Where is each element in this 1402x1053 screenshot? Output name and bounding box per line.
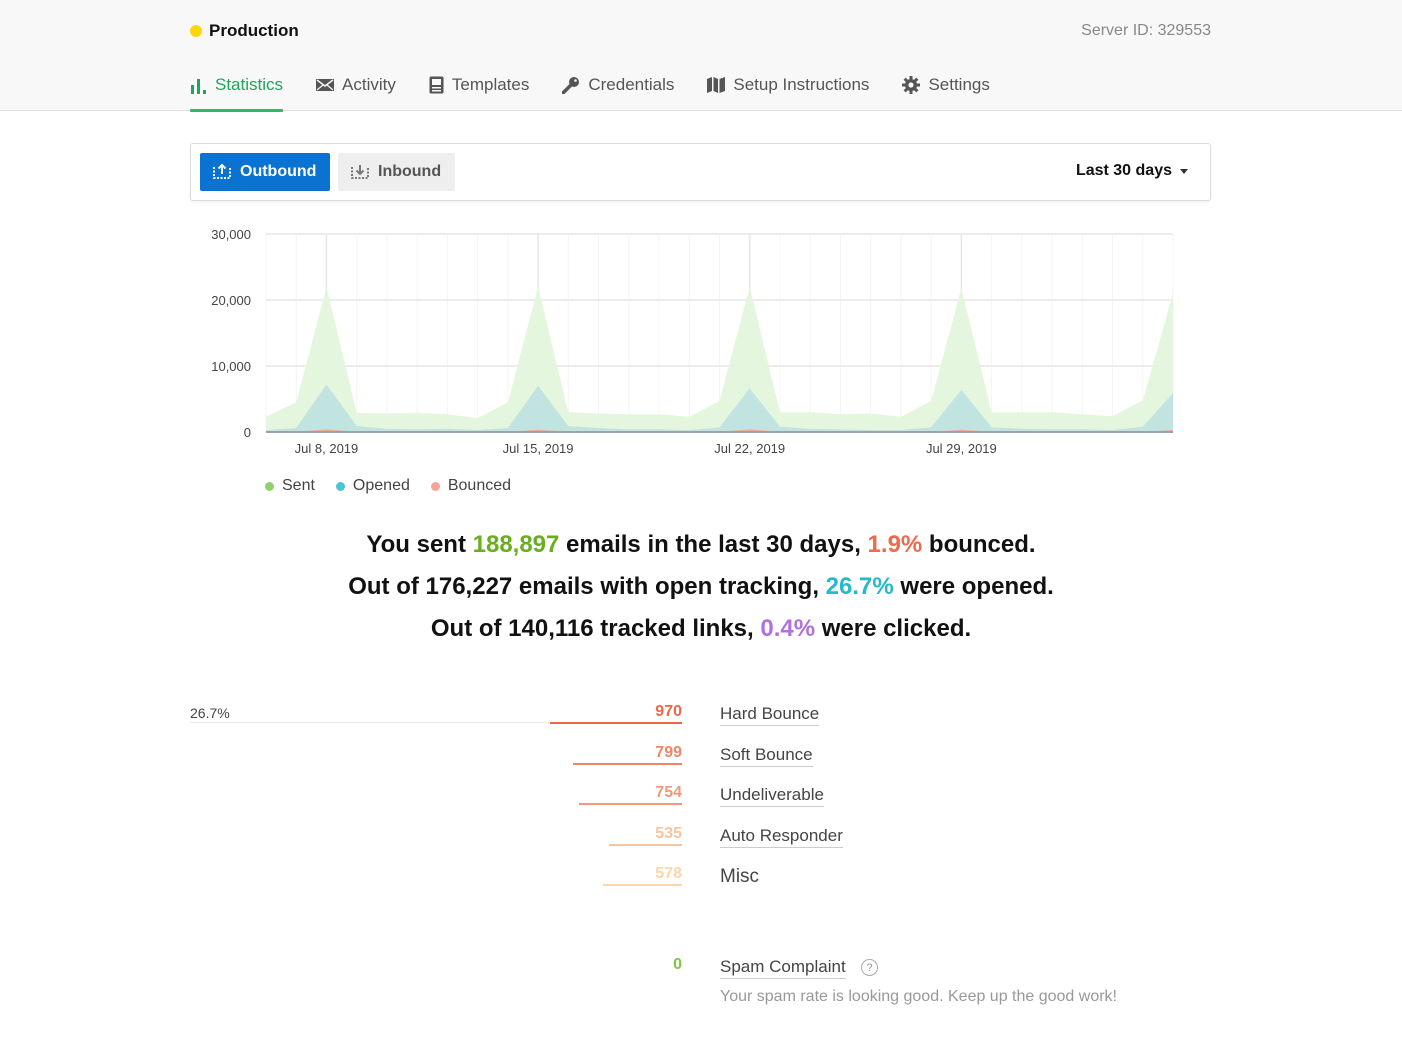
bounce-bar [550,722,682,724]
date-range-dropdown[interactable]: Last 30 days [1076,162,1188,180]
x-tick-label: Jul 15, 2019 [503,441,574,456]
bounce-bar [579,803,682,805]
bar-chart-icon [190,75,207,95]
bounce-bar [573,762,682,765]
legend-item-opened[interactable]: Opened [335,477,410,495]
spam-complaint-link[interactable]: Spam Complaint [720,957,846,979]
bounce-count: 578 [655,865,682,882]
outbound-label: Outbound [240,163,317,180]
open-rate: 26.7% [825,573,894,600]
email-stats-chart: 0 10,000 20,000 30,000 Jul 8, 2019 Jul 15, 2… [211,227,1174,456]
summary-text: Out of 140,116 tracked links, [430,615,761,642]
y-tick-label: 0 [244,425,251,440]
bounce-type-link[interactable]: Undeliverable [720,785,824,807]
inbound-icon [350,164,370,180]
chart-x-ticks: Jul 8, 2019 Jul 15, 2019 Jul 22, 2019 Jul 2… [295,441,997,456]
click-rate: 0.4% [760,615,816,642]
date-range-label: Last 30 days [1075,162,1172,179]
envelope-icon [316,75,335,95]
summary-clicked: Out of 140,116 tracked links, 0.4% were … [0,615,1402,643]
summary-text: You sent [366,531,473,558]
summary-text: emails in the last 30 days, [559,531,868,558]
sent-count: 188,897 [472,531,560,558]
legend-label: Bounced [447,477,512,494]
tab-label: Setup Instructions [733,75,870,94]
y-tick-label: 10,000 [211,359,251,374]
summary-text: were opened. [893,573,1054,600]
bounce-count: 754 [655,784,682,801]
legend-dot [265,481,274,491]
legend-label: Sent [282,477,315,494]
chart-y-ticks: 0 10,000 20,000 30,000 [211,227,251,440]
tab-activity[interactable]: Activity [316,72,396,111]
template-icon [429,75,444,95]
gear-icon [902,75,921,95]
x-tick-label: Jul 8, 2019 [295,441,359,456]
server-status-dot [190,25,202,37]
x-tick-label: Jul 22, 2019 [714,441,785,456]
map-icon [707,75,726,95]
outbound-icon [212,164,232,180]
bounce-bar [603,884,682,886]
caret-down-icon [1180,168,1188,174]
stats-controls: Outbound Inbound Last 30 days [190,143,1211,201]
legend-label: Opened [352,477,410,494]
server-name[interactable]: Production [190,21,299,41]
bounce-count: 535 [655,824,682,842]
bounce-type-link[interactable]: Hard Bounce [720,704,820,726]
tab-label: Templates [451,75,530,94]
legend-dot [430,481,440,491]
help-icon[interactable]: ? [861,959,878,976]
bounce-count: 799 [655,743,682,761]
tab-label: Credentials [588,75,675,94]
tab-settings[interactable]: Settings [902,72,990,111]
legend-item-bounced[interactable]: Bounced [430,477,512,495]
tab-setup-instructions[interactable]: Setup Instructions [707,72,869,111]
spam-count: 0 [673,956,682,973]
server-name-label: Production [209,21,299,40]
bounce-count: 970 [655,703,682,720]
key-icon [562,75,580,95]
summary-opened: Out of 176,227 emails with open tracking… [0,573,1402,601]
inbound-label: Inbound [378,163,442,180]
bounce-type-link[interactable]: Auto Responder [720,826,843,848]
legend-item-sent[interactable]: Sent [265,477,315,495]
summary-text: Out of 176,227 emails with open tracking… [348,573,826,600]
tab-label: Activity [342,75,396,94]
outbound-button[interactable]: Outbound [200,153,330,191]
x-tick-label: Jul 29, 2019 [926,441,997,456]
summary-sent: You sent 188,897 emails in the last 30 d… [0,531,1402,559]
bounce-rate: 1.9% [867,531,923,558]
bounce-type-link[interactable]: Soft Bounce [720,745,813,767]
inbound-button[interactable]: Inbound [338,153,455,191]
tracking-rate-line [190,722,550,723]
spam-message: Your spam rate is looking good. Keep up … [720,988,1117,1005]
y-tick-label: 20,000 [211,293,251,308]
bounce-bar [609,843,682,846]
summary-text: were clicked. [815,615,972,642]
tab-credentials[interactable]: Credentials [562,72,674,111]
tab-templates[interactable]: Templates [429,72,529,111]
legend-dot [335,481,345,491]
chart-legend: Sent Opened Bounced [265,477,532,495]
server-id: Server ID: 329553 [1081,22,1211,39]
tab-statistics[interactable]: Statistics [190,72,284,112]
tab-label: Statistics [215,75,284,94]
top-bar: Production Server ID: 329553 Statistics … [0,0,1402,112]
y-tick-label: 30,000 [211,227,251,242]
tab-bar: Statistics Activity Templates Credential… [190,72,1023,112]
tracking-rate-label: 26.7% [190,705,230,721]
bounce-type-link: Misc [720,866,760,887]
summary-text: bounced. [922,531,1036,558]
tab-label: Settings [928,75,990,94]
